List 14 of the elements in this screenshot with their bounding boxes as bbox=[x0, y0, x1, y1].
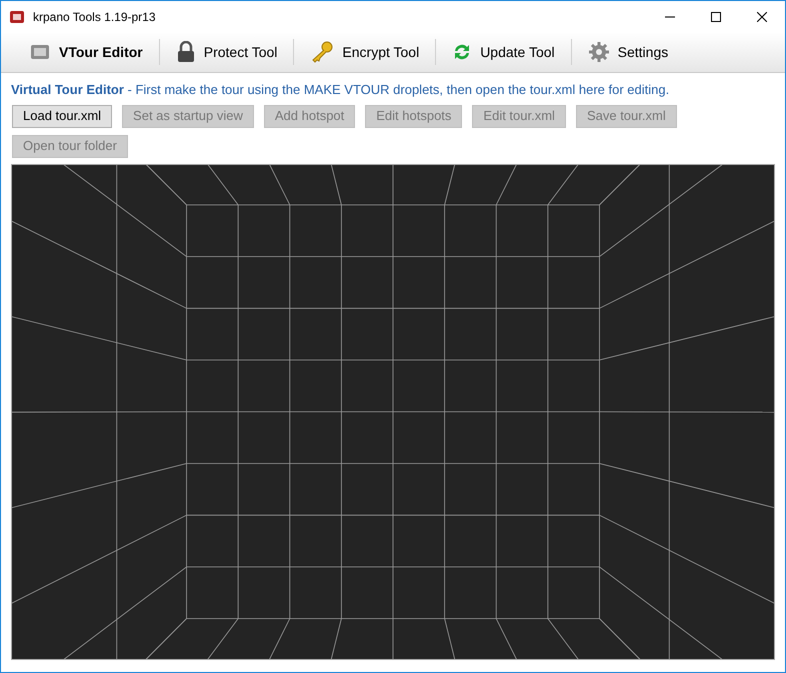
toolbar-button[interactable]: Load tour.xml bbox=[12, 104, 112, 128]
tab[interactable]: VTour Editor bbox=[13, 35, 159, 69]
lock-icon bbox=[176, 41, 196, 63]
tab[interactable]: Encrypt Tool bbox=[294, 35, 436, 69]
settings-icon bbox=[588, 41, 610, 63]
tab[interactable]: Settings bbox=[572, 35, 684, 69]
close-icon bbox=[757, 12, 767, 22]
tab[interactable]: Protect Tool bbox=[160, 35, 294, 69]
key-icon bbox=[310, 41, 334, 63]
maximize-icon bbox=[711, 12, 721, 22]
tab[interactable]: Update Tool bbox=[436, 35, 571, 69]
intro-text: Virtual Tour Editor - First make the tour using the MAKE VTOUR droplets, then open the tour.xml here for editing. bbox=[11, 81, 670, 99]
app-icon bbox=[9, 8, 25, 24]
window-title: krpano Tools 1.19-pr13 bbox=[33, 8, 156, 26]
